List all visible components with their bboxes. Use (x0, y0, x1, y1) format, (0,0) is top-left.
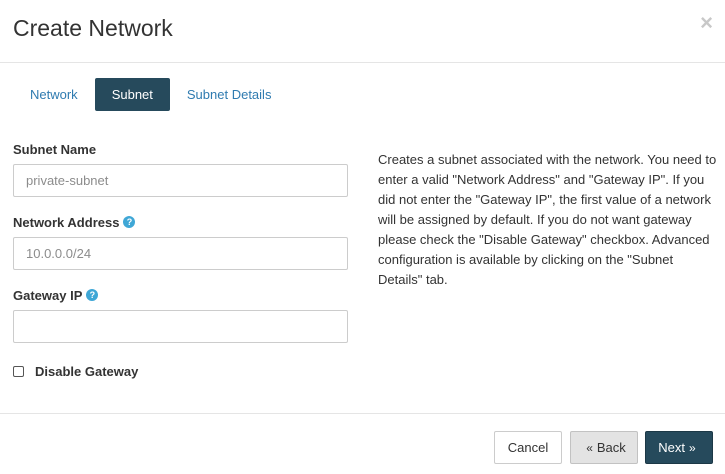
network-address-input[interactable] (13, 237, 348, 270)
next-button-label: Next (658, 440, 686, 455)
disable-gateway-row: Disable Gateway (13, 364, 138, 379)
back-button-label: Back (596, 440, 626, 455)
disable-gateway-checkbox[interactable] (13, 366, 24, 377)
gateway-ip-group: Gateway IP ? (13, 286, 348, 343)
gateway-ip-label-text: Gateway IP (13, 287, 83, 303)
next-button[interactable]: Next » (645, 431, 713, 464)
modal-header: Create Network × (0, 0, 725, 63)
network-address-label: Network Address ? (13, 213, 348, 231)
double-chevron-right-icon: » (689, 440, 696, 455)
network-address-label-text: Network Address (13, 214, 120, 230)
tab-network[interactable]: Network (13, 78, 95, 111)
subnet-name-label-text: Subnet Name (13, 141, 97, 157)
question-circle-icon[interactable]: ? (86, 289, 99, 301)
tab-subnet[interactable]: Subnet (94, 78, 170, 111)
wizard-tabs: Network Subnet Subnet Details (13, 78, 288, 111)
cancel-button-label: Cancel (507, 440, 549, 455)
network-address-group: Network Address ? (13, 213, 348, 270)
close-icon[interactable]: × (700, 12, 713, 34)
subnet-name-label: Subnet Name (13, 140, 348, 158)
subnet-name-input[interactable] (13, 164, 348, 197)
cancel-button[interactable]: Cancel (494, 431, 562, 464)
disable-gateway-label[interactable]: Disable Gateway (35, 364, 138, 379)
gateway-ip-label: Gateway IP ? (13, 286, 348, 304)
double-chevron-left-icon: « (586, 440, 593, 455)
subnet-name-group: Subnet Name (13, 140, 348, 197)
modal-title: Create Network (13, 15, 173, 41)
tab-subnet-details[interactable]: Subnet Details (170, 78, 289, 111)
gateway-ip-input[interactable] (13, 310, 348, 343)
question-circle-icon[interactable]: ? (123, 216, 136, 228)
modal-footer: Cancel « Back Next » (0, 413, 725, 474)
back-button[interactable]: « Back (570, 431, 638, 464)
subnet-form: Subnet Name Network Address ? Gateway IP… (13, 140, 348, 359)
subnet-help-text: Creates a subnet associated with the net… (378, 152, 717, 287)
